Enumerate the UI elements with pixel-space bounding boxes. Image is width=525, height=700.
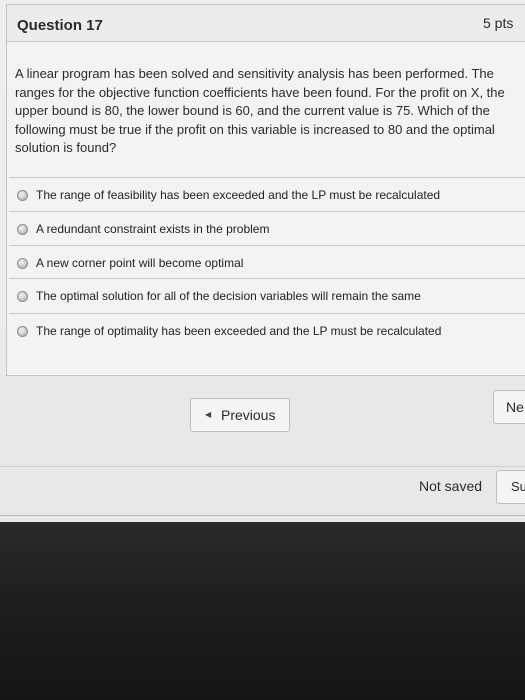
divider bbox=[0, 515, 525, 516]
radio-button[interactable] bbox=[17, 326, 28, 337]
previous-button[interactable]: ◀ Previous bbox=[190, 398, 290, 432]
answer-option[interactable]: The range of feasibility has been exceed… bbox=[9, 177, 525, 213]
divider bbox=[0, 466, 525, 467]
question-title: Question 17 bbox=[17, 17, 103, 34]
question-text: A linear program has been solved and sen… bbox=[15, 66, 505, 155]
previous-label: Previous bbox=[221, 407, 276, 423]
question-header: Question 17 5 pts bbox=[7, 5, 525, 42]
question-card: Question 17 5 pts A linear program has b… bbox=[6, 4, 525, 376]
quiz-screen: Question 17 5 pts A linear program has b… bbox=[0, 0, 525, 700]
radio-button[interactable] bbox=[17, 224, 28, 235]
radio-button[interactable] bbox=[17, 190, 28, 201]
submit-button[interactable]: Su bbox=[496, 470, 525, 504]
answer-option[interactable]: A redundant constraint exists in the pro… bbox=[9, 211, 525, 247]
answer-label: A new corner point will become optimal bbox=[36, 256, 244, 270]
answer-option[interactable]: The optimal solution for all of the deci… bbox=[9, 278, 525, 314]
radio-button[interactable] bbox=[17, 291, 28, 302]
answer-option[interactable]: The range of optimality has been exceede… bbox=[9, 313, 525, 349]
question-points: 5 pts bbox=[483, 15, 514, 31]
answer-label: The range of optimality has been exceede… bbox=[36, 324, 442, 338]
save-status: Not saved bbox=[419, 478, 483, 494]
caret-left-icon: ◀ bbox=[205, 410, 212, 419]
submit-label: Su bbox=[511, 479, 525, 494]
answer-option[interactable]: A new corner point will become optimal bbox=[9, 245, 525, 281]
next-label: Ne bbox=[506, 399, 524, 415]
answer-label: A redundant constraint exists in the pro… bbox=[36, 222, 270, 236]
navigation-area: ◀ Previous Ne Not saved Su bbox=[0, 376, 525, 522]
screen-bezel bbox=[0, 522, 525, 700]
radio-button[interactable] bbox=[17, 258, 28, 269]
next-button[interactable]: Ne bbox=[493, 390, 525, 424]
answer-label: The optimal solution for all of the deci… bbox=[36, 289, 421, 303]
answer-label: The range of feasibility has been exceed… bbox=[36, 188, 441, 202]
